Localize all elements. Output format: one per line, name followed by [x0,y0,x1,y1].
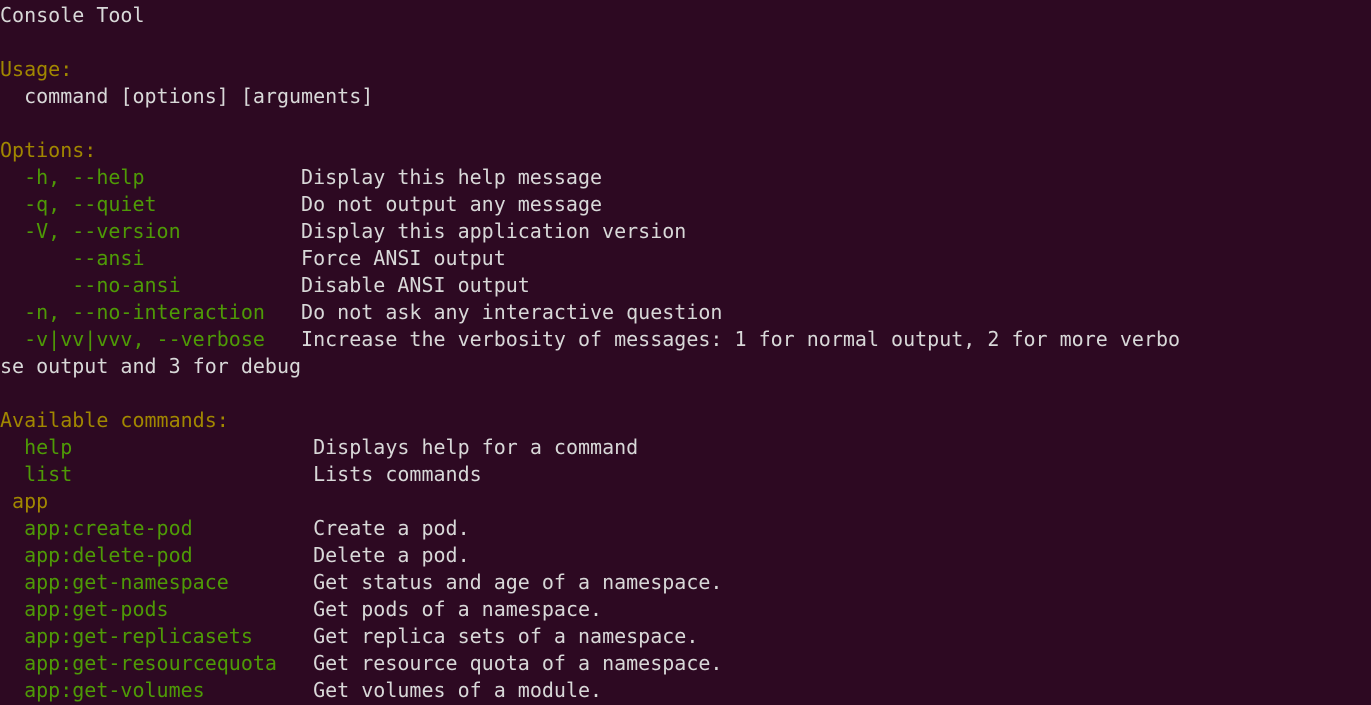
option-flag[interactable]: -q, --quiet [0,192,301,216]
command-row: app:get-pods Get pods of a namespace. [0,596,1371,623]
app-title-line: Console Tool [0,2,1371,29]
command-row: app:delete-pod Delete a pod. [0,542,1371,569]
option-description: Display this application version [301,219,687,243]
command-name[interactable]: app:get-pods [0,597,313,621]
command-name[interactable]: app:get-namespace [0,570,313,594]
option-row: -n, --no-interaction Do not ask any inte… [0,299,1371,326]
option-description: Display this help message [301,165,603,189]
command-row: app:get-namespace Get status and age of … [0,569,1371,596]
command-description: Get replica sets of a namespace. [313,624,699,648]
available-commands-heading: Available commands: [0,408,229,432]
option-description: Increase the verbosity of messages: 1 fo… [301,327,1181,351]
command-row: app:get-volumes Get volumes of a module. [0,677,1371,704]
available-commands-heading-line: Available commands: [0,407,1371,434]
command-description: Lists commands [313,462,482,486]
option-flag[interactable]: --ansi [0,246,301,270]
command-name[interactable]: app:get-volumes [0,678,313,702]
option-row: -h, --help Display this help message [0,164,1371,191]
option-row: -V, --version Display this application v… [0,218,1371,245]
command-description: Get pods of a namespace. [313,597,603,621]
namespace-label: app [0,489,49,513]
command-description: Displays help for a command [313,435,639,459]
option-flag[interactable]: --no-ansi [0,273,301,297]
command-description: Create a pod. [313,516,470,540]
command-row: help Displays help for a command [0,434,1371,461]
command-name[interactable]: list [0,462,313,486]
command-name[interactable]: app:get-resourcequota [0,651,313,675]
option-row: --no-ansi Disable ANSI output [0,272,1371,299]
option-description-wrap: se output and 3 for debug [0,354,302,378]
command-description: Delete a pod. [313,543,470,567]
options-heading: Options: [0,138,97,162]
command-row: list Lists commands [0,461,1371,488]
option-flag[interactable]: -n, --no-interaction [0,300,301,324]
command-name[interactable]: app:create-pod [0,516,313,540]
option-row: --ansi Force ANSI output [0,245,1371,272]
option-row: -v|vv|vvv, --verbose Increase the verbos… [0,326,1371,353]
namespace-row: app [0,488,1371,515]
usage-syntax: command [options] [arguments] [0,84,374,108]
option-row: -q, --quiet Do not output any message [0,191,1371,218]
option-description: Force ANSI output [301,246,506,270]
option-description: Do not output any message [301,192,603,216]
option-description: Disable ANSI output [301,273,530,297]
usage-heading-line: Usage: [0,56,1371,83]
command-description: Get volumes of a module. [313,678,603,702]
command-name[interactable]: app:get-replicasets [0,624,313,648]
terminal-window[interactable]: Console Tool Usage: command [options] [a… [0,0,1371,705]
option-flag[interactable]: -h, --help [0,165,301,189]
command-row: app:create-pod Create a pod. [0,515,1371,542]
command-name[interactable]: app:delete-pod [0,543,313,567]
command-name[interactable]: help [0,435,313,459]
command-description: Get status and age of a namespace. [313,570,723,594]
app-title: Console Tool [0,3,145,27]
command-row: app:get-replicasets Get replica sets of … [0,623,1371,650]
command-row: app:get-resourcequota Get resource quota… [0,650,1371,677]
terminal-screen: Console Tool Usage: command [options] [a… [0,2,1371,704]
usage-line: command [options] [arguments] [0,83,1371,110]
option-flag[interactable]: -V, --version [0,219,301,243]
options-heading-line: Options: [0,137,1371,164]
usage-heading: Usage: [0,57,73,81]
command-description: Get resource quota of a namespace. [313,651,723,675]
option-description: Do not ask any interactive question [301,300,723,324]
option-flag[interactable]: -v|vv|vvv, --verbose [0,327,301,351]
option-description-wrap-line: se output and 3 for debug [0,353,1371,380]
